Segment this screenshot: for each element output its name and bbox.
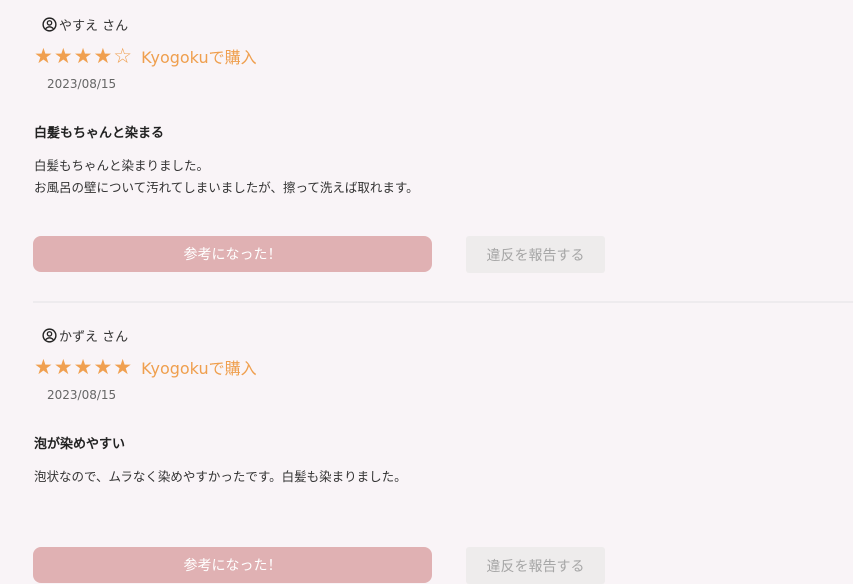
vendor-label: Kyogokuで購入 (141, 359, 257, 378)
review-body: 白髪もちゃんと染まりました。 お風呂の壁について汚れてしまいましたが、擦って洗え… (34, 155, 419, 199)
review-title: 白髪もちゃんと染まる (34, 126, 165, 141)
star-rating: ★★★★☆ (34, 43, 134, 68)
report-button[interactable]: 違反を報告する (466, 547, 605, 584)
review-body-line: 白髪もちゃんと染まりました。 (34, 158, 210, 173)
review-divider (33, 301, 853, 303)
vendor-label: Kyogokuで購入 (141, 48, 257, 67)
review-date: 2023/08/15 (47, 388, 117, 402)
review-body: 泡状なので、ムラなく染めやすかったです。白髪も染まりました。 (34, 466, 407, 488)
rating-row: ★★★★☆ Kyogokuで購入 (34, 43, 257, 69)
review-title: 泡が染めやすい (34, 437, 126, 452)
reviewer-name: かずえ さん (59, 329, 129, 345)
reviewer: やすえ さん (42, 14, 128, 34)
reviewer: かずえ さん (42, 325, 128, 345)
helpful-button[interactable]: 参考になった！ (33, 547, 432, 583)
review-body-line: お風呂の壁について汚れてしまいましたが、擦って洗えば取れます。 (34, 180, 419, 195)
report-button[interactable]: 違反を報告する (466, 236, 605, 273)
star-rating: ★★★★★ (34, 354, 134, 379)
reviewer-name: やすえ さん (59, 18, 129, 34)
review-date: 2023/08/15 (47, 77, 117, 91)
helpful-button[interactable]: 参考になった！ (33, 236, 432, 272)
user-circle-icon (42, 327, 57, 343)
user-circle-icon (42, 16, 57, 32)
rating-row: ★★★★★ Kyogokuで購入 (34, 354, 257, 380)
review-body-line: 泡状なので、ムラなく染めやすかったです。白髪も染まりました。 (34, 469, 407, 484)
